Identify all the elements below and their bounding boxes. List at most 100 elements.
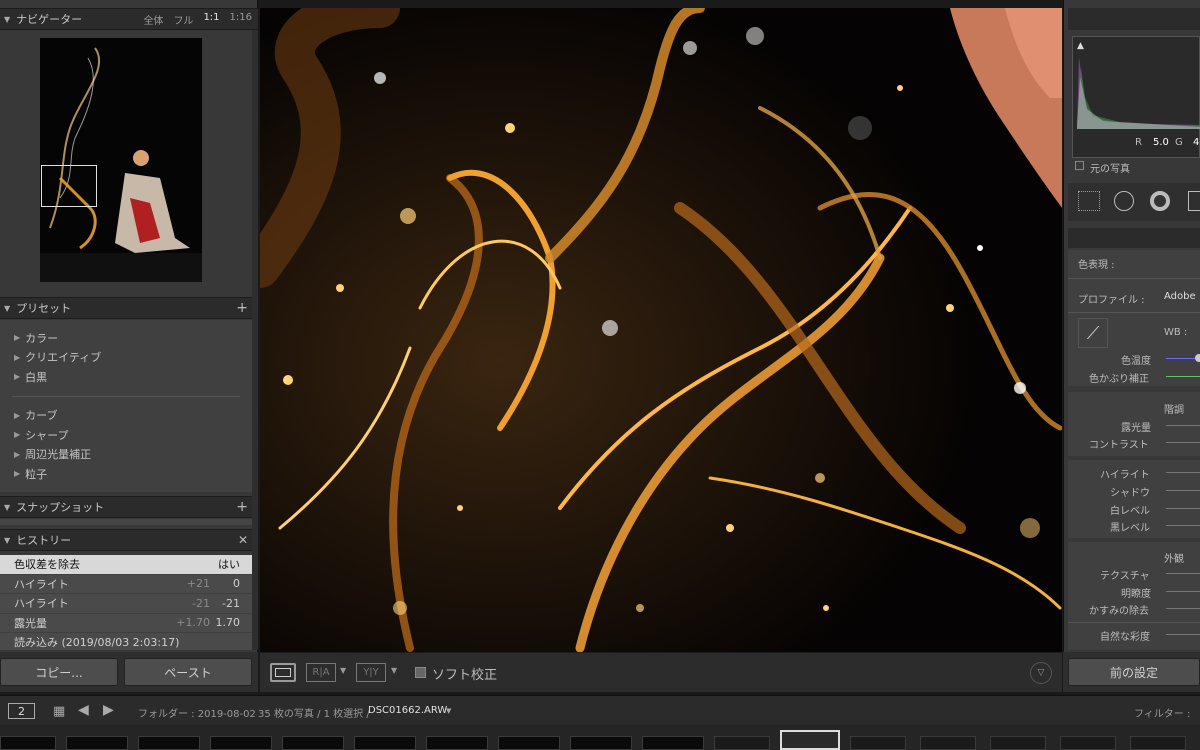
basic-wb-section: 色表現 : プロファイル : Adobe ⟋ WB : 色温度 色かぶり補正 <box>1068 250 1200 386</box>
forward-arrow-icon[interactable]: ▶ <box>103 702 114 718</box>
history-title: ヒストリー <box>16 534 72 547</box>
filmstrip-thumbnail[interactable] <box>210 736 272 750</box>
dropdown-arrow-icon[interactable]: ▼ <box>340 666 346 675</box>
crop-overlay-icon[interactable] <box>1078 191 1100 211</box>
highlights-slider[interactable] <box>1166 472 1200 473</box>
histogram[interactable]: ▲ R 5.0 G 4 <box>1072 36 1200 158</box>
preset-folder-curve[interactable]: ▶ カーブ <box>0 406 252 426</box>
filmstrip-thumbnail[interactable] <box>66 736 128 750</box>
history-step-delta: +21 <box>186 577 210 591</box>
filmstrip-thumbnail[interactable] <box>850 736 906 750</box>
filmstrip-thumbnail[interactable] <box>990 736 1046 750</box>
clear-history-icon[interactable]: ✕ <box>238 533 248 547</box>
folder-source-label[interactable]: フォルダー : 2019-08-02 <box>138 705 256 720</box>
blacks-slider[interactable] <box>1166 525 1200 526</box>
preset-folder-grain[interactable]: ▶ 粒子 <box>0 464 252 484</box>
shadows-slider[interactable] <box>1166 490 1200 491</box>
zoom-1to1-option[interactable]: 1:1 <box>203 12 219 27</box>
profile-value[interactable]: Adobe <box>1164 291 1196 302</box>
history-step-name: 露光量 <box>14 616 47 630</box>
exposure-slider[interactable] <box>1166 425 1200 426</box>
loupe-view-icon[interactable] <box>270 663 296 682</box>
preset-folder-color[interactable]: ▶ カラー <box>0 328 252 348</box>
before-after-view-icon[interactable]: Y|Y <box>356 663 386 682</box>
preset-folder-bw[interactable]: ▶ 白黒 <box>0 367 252 387</box>
dehaze-label: かすみの除去 <box>1089 606 1149 617</box>
filmstrip-thumbnail[interactable] <box>426 736 488 750</box>
histogram-header[interactable] <box>1068 8 1200 30</box>
preset-folder-label: 白黒 <box>25 370 48 384</box>
preset-folder-vignette[interactable]: ▶ 周辺光量補正 <box>0 445 252 465</box>
dropdown-arrow-icon[interactable]: ▼ <box>391 666 397 675</box>
filmstrip-thumbnail-selected[interactable] <box>780 730 840 750</box>
secondary-display-button[interactable]: 2 <box>8 703 35 719</box>
history-row[interactable]: 露光量 +1.70 1.70 <box>0 614 252 633</box>
clipping-warning-icon[interactable]: ▲ <box>1077 41 1084 51</box>
filmstrip-thumbnail[interactable] <box>714 736 770 750</box>
spot-removal-icon[interactable] <box>1114 191 1134 211</box>
dehaze-slider[interactable] <box>1166 608 1200 609</box>
add-snapshot-icon[interactable]: + <box>236 499 248 515</box>
history-row[interactable]: ハイライト +21 0 <box>0 575 252 594</box>
history-row[interactable]: 色収差を除去 はい <box>0 555 252 575</box>
filmstrip-thumbnail[interactable] <box>570 736 632 750</box>
grid-view-icon[interactable]: ▦ <box>53 704 65 719</box>
history-list: 色収差を除去 はい ハイライト +21 0 ハイライト -21 -21 露光量 +1.70 1… <box>0 555 252 653</box>
filter-label: フィルター : <box>1134 709 1191 720</box>
original-photo-checkbox[interactable] <box>1075 161 1084 170</box>
presets-header[interactable]: ▼ プリセット + <box>0 297 258 319</box>
zoom-1to16-option[interactable]: 1:16 <box>230 12 252 27</box>
navigator-title: ナビゲーター <box>16 13 83 26</box>
toolbar-menu-chevron-icon[interactable]: ▽ <box>1030 662 1052 684</box>
filmstrip-thumbnail[interactable] <box>920 736 976 750</box>
filmstrip-thumbnail[interactable] <box>642 736 704 750</box>
reference-view-icon[interactable]: R|A <box>306 663 336 682</box>
filmstrip-thumbnail[interactable] <box>1130 736 1186 750</box>
preset-folder-label: カラー <box>25 331 59 345</box>
collapse-triangle-icon: ▼ <box>4 502 11 512</box>
texture-slider[interactable] <box>1166 573 1200 574</box>
filename-dropdown-icon[interactable]: ▼ <box>446 707 451 715</box>
whites-slider[interactable] <box>1166 508 1200 509</box>
left-panel-scrollbar[interactable] <box>252 30 258 650</box>
temp-label: 色温度 <box>1121 356 1151 367</box>
collapse-triangle-icon: ▼ <box>4 14 11 24</box>
snapshot-header[interactable]: ▼ スナップショット + <box>0 496 258 518</box>
zoom-fit-option[interactable]: 全体 <box>143 12 163 27</box>
tint-slider[interactable] <box>1166 376 1200 377</box>
copy-button[interactable]: コピー... <box>0 658 118 686</box>
filmstrip-thumbnail[interactable] <box>354 736 416 750</box>
filmstrip-thumbnail[interactable] <box>498 736 560 750</box>
navigator-view-box[interactable] <box>41 165 97 207</box>
clarity-slider[interactable] <box>1166 591 1200 592</box>
main-photo-view[interactable] <box>260 8 1062 652</box>
filmstrip-thumbnail[interactable] <box>138 736 200 750</box>
basic-panel-header[interactable] <box>1068 228 1200 248</box>
collapse-triangle-icon: ▼ <box>4 303 11 313</box>
history-header[interactable]: ▼ ヒストリー ✕ <box>0 529 258 551</box>
navigator-header[interactable]: ▼ ナビゲーター 全体 フル 1:1 1:16 <box>0 8 258 30</box>
vibrance-slider[interactable] <box>1166 634 1200 635</box>
history-row[interactable]: 読み込み (2019/08/03 2:03:17) <box>0 633 252 653</box>
preset-folder-sharpen[interactable]: ▶ シャープ <box>0 425 252 445</box>
filmstrip-thumbnail[interactable] <box>0 736 56 750</box>
selected-filename[interactable]: DSC01662.ARW <box>368 705 447 716</box>
soft-proof-checkbox[interactable] <box>415 667 426 678</box>
wb-eyedropper-icon[interactable]: ⟋ <box>1078 318 1108 348</box>
graduated-filter-icon[interactable] <box>1188 191 1200 211</box>
paste-button[interactable]: ペースト <box>124 658 252 686</box>
zoom-fill-option[interactable]: フル <box>173 12 193 27</box>
back-arrow-icon[interactable]: ◀ <box>78 702 89 718</box>
history-row[interactable]: ハイライト -21 -21 <box>0 594 252 614</box>
navigator-preview[interactable] <box>40 38 202 282</box>
filmstrip-thumbnail[interactable] <box>1060 736 1116 750</box>
filmstrip-thumbnail[interactable] <box>282 736 344 750</box>
previous-settings-button[interactable]: 前の設定 <box>1068 658 1200 686</box>
contrast-slider[interactable] <box>1166 442 1200 443</box>
add-preset-icon[interactable]: + <box>236 300 248 316</box>
red-eye-icon[interactable] <box>1150 191 1170 211</box>
history-step-delta: +1.70 <box>176 616 210 630</box>
temp-slider-thumb[interactable] <box>1195 354 1200 362</box>
preset-folder-label: クリエイティブ <box>25 351 102 365</box>
preset-folder-creative[interactable]: ▶ クリエイティブ <box>0 348 252 368</box>
